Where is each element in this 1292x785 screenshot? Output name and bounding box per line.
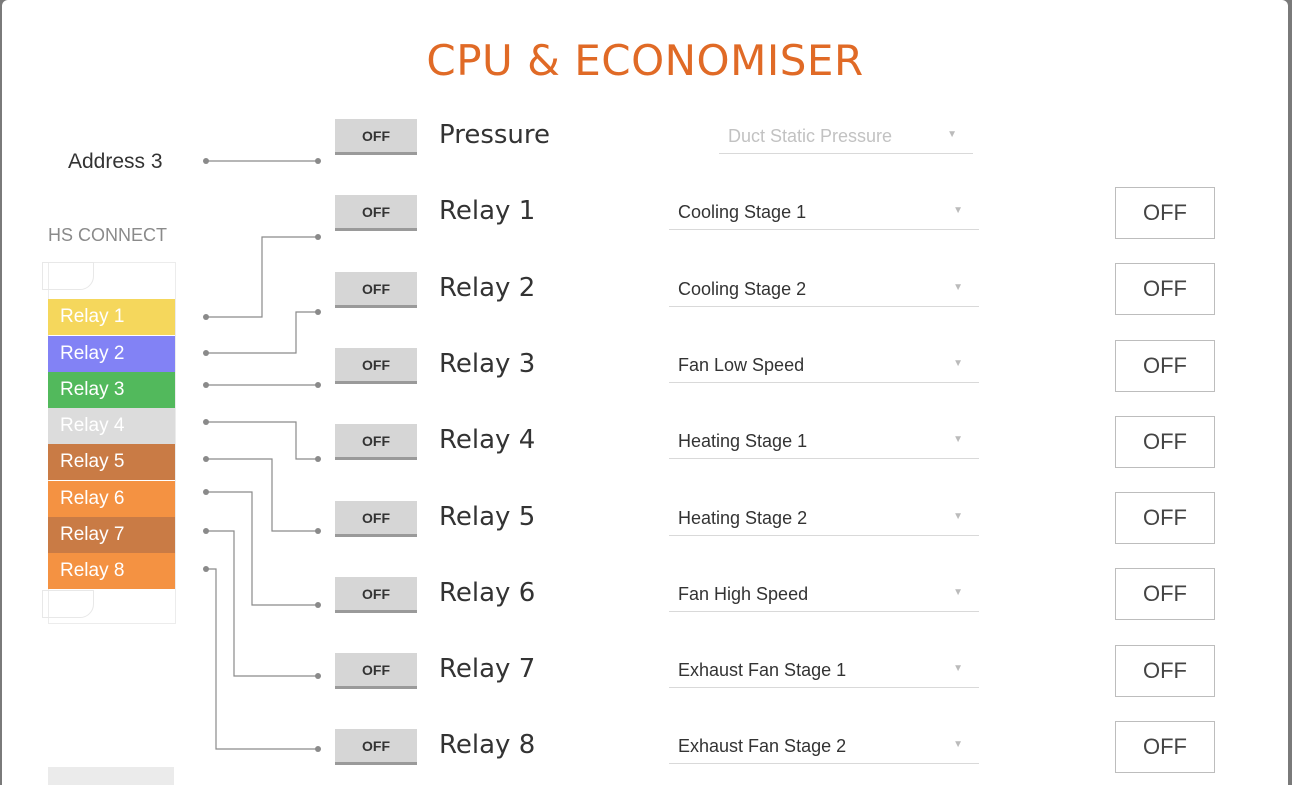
relay-5-toggle-button[interactable]: OFF: [335, 501, 417, 537]
relay-2-label: Relay 2: [439, 273, 536, 303]
relay-8-output-button[interactable]: OFF: [1115, 721, 1215, 773]
wire-relay-8: [206, 568, 318, 750]
wire-lines: [206, 160, 318, 750]
caret-down-icon: ▼: [953, 205, 963, 216]
relay-2-function-select[interactable]: Cooling Stage 2 ▼: [669, 273, 979, 307]
relay-4-label: Relay 4: [439, 425, 536, 455]
pressure-toggle-button[interactable]: OFF: [335, 119, 417, 155]
relay-2-output-button[interactable]: OFF: [1115, 263, 1215, 315]
wire-relay-1: [206, 236, 318, 318]
relay-1-toggle-button[interactable]: OFF: [335, 195, 417, 231]
relay-5-output-button[interactable]: OFF: [1115, 492, 1215, 544]
select-value: Heating Stage 2: [678, 508, 808, 528]
relay-5-function-select[interactable]: Heating Stage 2 ▼: [669, 502, 979, 536]
select-value: Exhaust Fan Stage 2: [678, 736, 847, 756]
relay-8-label: Relay 8: [439, 730, 536, 760]
pressure-function-select: Duct Static Pressure ▼: [719, 120, 973, 154]
relay-4-function-select[interactable]: Heating Stage 1 ▼: [669, 425, 979, 459]
caret-down-icon: ▼: [953, 282, 963, 293]
wire-relay-5: [206, 458, 318, 532]
relay-7-function-select[interactable]: Exhaust Fan Stage 1 ▼: [669, 654, 979, 688]
wire-relay-4: [206, 421, 318, 460]
wire-relay-2: [206, 311, 318, 354]
relay-3-output-button[interactable]: OFF: [1115, 340, 1215, 392]
select-value: Heating Stage 1: [678, 431, 808, 451]
select-value: Exhaust Fan Stage 1: [678, 660, 847, 680]
relay-8-toggle-button[interactable]: OFF: [335, 729, 417, 765]
relay-4-toggle-button[interactable]: OFF: [335, 424, 417, 460]
pressure-label: Pressure: [439, 120, 551, 150]
select-value: Cooling Stage 1: [678, 202, 807, 222]
relay-6-label: Relay 6: [439, 578, 536, 608]
relay-3-toggle-button[interactable]: OFF: [335, 348, 417, 384]
relay-4-output-button[interactable]: OFF: [1115, 416, 1215, 468]
relay-2-toggle-button[interactable]: OFF: [335, 272, 417, 308]
caret-down-icon: ▼: [953, 663, 963, 674]
wire-relay-7: [206, 530, 318, 677]
select-value: Fan Low Speed: [678, 355, 805, 375]
relay-5-label: Relay 5: [439, 502, 536, 532]
caret-down-icon: ▼: [953, 358, 963, 369]
wiring-diagram: [203, 158, 321, 752]
relay-1-function-select[interactable]: Cooling Stage 1 ▼: [669, 196, 979, 230]
main-panel: CPU & ECONOMISER Address 3 HS CONNECT Re…: [2, 0, 1288, 785]
relay-3-function-select[interactable]: Fan Low Speed ▼: [669, 349, 979, 383]
caret-down-icon: ▼: [947, 129, 957, 140]
caret-down-icon: ▼: [953, 739, 963, 750]
relay-1-output-button[interactable]: OFF: [1115, 187, 1215, 239]
select-value: Cooling Stage 2: [678, 279, 807, 299]
relay-1-label: Relay 1: [439, 196, 536, 226]
caret-down-icon: ▼: [953, 434, 963, 445]
select-value: Fan High Speed: [678, 584, 809, 604]
caret-down-icon: ▼: [953, 587, 963, 598]
caret-down-icon: ▼: [953, 511, 963, 522]
relay-8-function-select[interactable]: Exhaust Fan Stage 2 ▼: [669, 730, 979, 764]
relay-3-label: Relay 3: [439, 349, 536, 379]
select-value: Duct Static Pressure: [728, 126, 893, 146]
relay-7-label: Relay 7: [439, 654, 536, 684]
relay-7-toggle-button[interactable]: OFF: [335, 653, 417, 689]
relay-6-toggle-button[interactable]: OFF: [335, 577, 417, 613]
relay-7-output-button[interactable]: OFF: [1115, 645, 1215, 697]
wire-relay-6: [206, 491, 318, 606]
relay-6-output-button[interactable]: OFF: [1115, 568, 1215, 620]
relay-6-function-select[interactable]: Fan High Speed ▼: [669, 578, 979, 612]
